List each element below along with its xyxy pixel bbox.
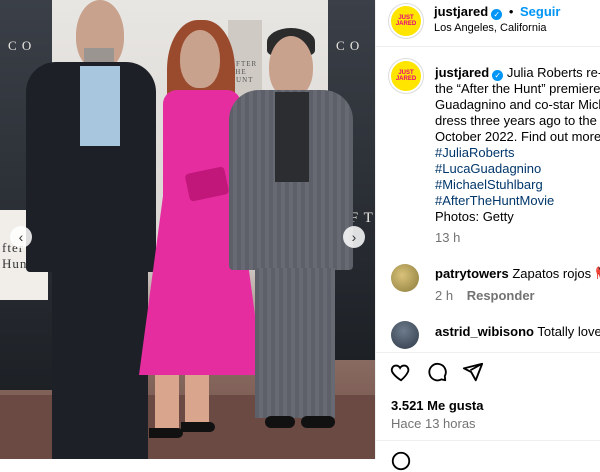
comment-time[interactable]: 2 h [435,288,453,303]
hashtag-link[interactable]: #MichaelStuhlbarg [435,177,543,192]
comment-icon[interactable] [426,361,448,383]
post-date[interactable]: Hace 13 horas [391,416,476,431]
shoe-right [301,416,335,428]
reply-button[interactable]: Responder [467,288,535,303]
author-username[interactable]: justjared [434,4,488,19]
chevron-left-icon: ‹ [18,229,24,245]
share-icon[interactable] [462,361,484,383]
caption-line: Guadagnino and co-star Micha [435,97,600,112]
avatar-logo-text: JUST JARED [395,15,417,27]
avatar-logo-text: JUST JARED [395,70,417,82]
trousers [52,270,148,459]
caption-timestamp[interactable]: 13 h [435,230,460,245]
post-photo[interactable]: C O C O A F T E AFTER THE HUNT fter the … [0,0,375,459]
shoe-right [181,422,215,432]
commenter-avatar[interactable] [391,321,419,349]
caption-line: Julia Roberts re-we [506,65,600,80]
comment-row: astrid_wibisono Totally love d [435,324,600,339]
shirt [275,92,309,182]
carousel-prev-button[interactable]: ‹ [10,226,32,248]
person-right [225,28,355,448]
comment-username[interactable]: astrid_wibisono [435,324,534,339]
head [269,36,313,98]
shoe-left [149,428,183,438]
comment-username[interactable]: patrytowers [435,266,509,281]
comment-row: patrytowers Zapatos rojos 👠 [435,266,600,282]
carousel-next-button[interactable]: › [343,226,365,248]
caption-avatar[interactable]: JUST JARED [389,59,423,93]
shirt [80,66,120,146]
author-avatar[interactable]: JUST JARED [389,4,423,38]
separator: • [508,4,514,19]
comment-meta: 2 h Responder [435,288,535,303]
comment-text: Totally love d [537,324,600,339]
post-header: JUST JARED justjared ✓ • Seguir Los Angel… [376,0,600,47]
commenter-avatar[interactable] [391,264,419,292]
photo-credit: Photos: Getty [435,209,514,224]
header-name-row: justjared ✓ • Seguir [434,4,560,20]
caption-line: the “After the Hunt” premiere [435,81,600,96]
verified-icon: ✓ [491,9,503,20]
emoji-icon[interactable] [390,450,412,472]
location-link[interactable]: Los Angeles, California [434,22,547,34]
follow-button[interactable]: Seguir [520,4,560,19]
hashtag-link[interactable]: #JuliaRoberts [435,145,515,160]
caption-first-line: justjared✓ Julia Roberts re-we [435,65,600,81]
divider [376,440,600,441]
caption-username[interactable]: justjared [435,65,489,80]
caption-line: October 2022. Find out more a [435,129,600,144]
comment-text: Zapatos rojos 👠 [512,266,600,281]
hashtag-link[interactable]: #AfterTheHuntMovie [435,193,554,208]
verified-icon: ✓ [492,70,504,81]
chevron-right-icon: › [351,229,357,245]
heart-icon[interactable] [390,361,412,383]
trousers [255,268,335,418]
likes-count[interactable]: 3.521 Me gusta [391,398,484,413]
post-side-panel: JUST JARED justjared ✓ • Seguir Los Angel… [375,0,600,471]
shoe-left [265,416,295,428]
head [180,30,220,88]
hashtag-link[interactable]: #LucaGuadagnino [435,161,541,176]
divider [376,352,600,353]
caption-line: dress three years ago to the “T [435,113,600,128]
leg-left [155,375,179,435]
